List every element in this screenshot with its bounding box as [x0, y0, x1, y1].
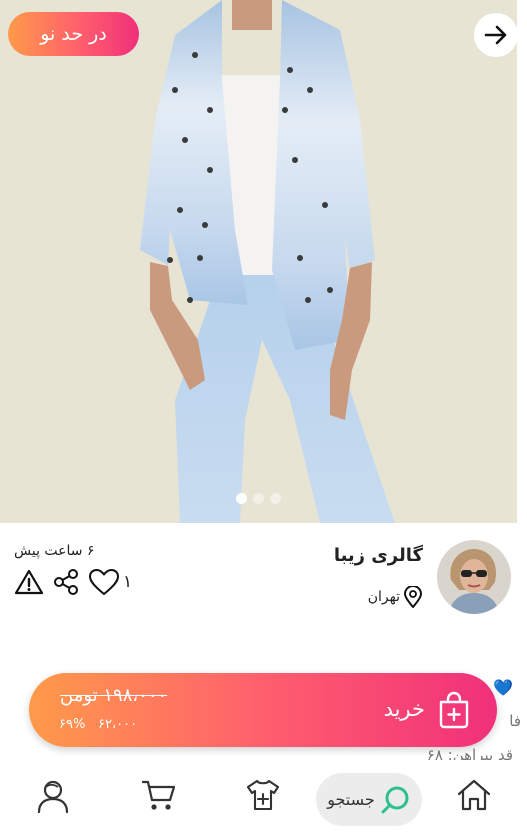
seller-avatar[interactable] [437, 540, 511, 614]
location-label: تهران [367, 589, 400, 605]
old-price: ۱۹۸،۰۰۰ تومن [60, 685, 168, 706]
share-button[interactable] [52, 568, 80, 596]
avatar-photo [437, 540, 511, 614]
arrow-right-icon [484, 25, 507, 45]
nav-cart[interactable] [141, 778, 177, 812]
share-icon [54, 569, 78, 595]
next-image-button[interactable] [474, 13, 517, 57]
report-button[interactable] [14, 568, 44, 596]
like-button[interactable]: ۱ [88, 568, 132, 596]
blue-heart-icon: 💙 [493, 678, 513, 697]
post-time: ۶ ساعت پیش [14, 543, 95, 559]
pager-dot[interactable] [270, 493, 281, 504]
new-price: ۶۲،۰۰۰ [98, 717, 138, 732]
nav-search[interactable]: جستجو [316, 773, 422, 826]
nav-profile[interactable] [36, 778, 70, 814]
profile-icon [37, 780, 69, 814]
search-label: جستجو [327, 790, 375, 809]
location-pin-icon [404, 586, 422, 608]
add-product-icon [246, 779, 280, 811]
warning-icon [14, 569, 44, 595]
cart-icon [141, 780, 176, 810]
shopping-bag-plus-icon [439, 691, 469, 729]
image-pager[interactable] [236, 493, 281, 504]
product-photo [0, 0, 517, 523]
discount-percent: ۶۹% [59, 717, 86, 732]
heart-icon [89, 569, 119, 595]
buy-button-label[interactable]: خرید [384, 697, 425, 721]
seller-name[interactable]: گالری زیبا [334, 545, 423, 566]
condition-badge: در حد نو [8, 12, 139, 56]
details-text-line: فا [509, 712, 521, 730]
home-icon [457, 779, 491, 811]
search-icon [381, 786, 409, 813]
buy-bar[interactable]: ۱۹۸،۰۰۰ تومن ۶۲،۰۰۰ ۶۹% خرید [29, 673, 497, 747]
product-image[interactable]: در حد نو [0, 0, 517, 523]
post-actions: ۱ [14, 568, 132, 596]
seller-location: تهران [368, 586, 423, 608]
pager-dot[interactable] [253, 493, 264, 504]
buy-button[interactable] [437, 690, 471, 734]
pager-dot[interactable] [236, 493, 247, 504]
bottom-nav: جستجو [0, 760, 527, 836]
nav-add-product[interactable] [245, 778, 281, 812]
nav-home[interactable] [456, 778, 492, 812]
like-count: ۱ [123, 572, 133, 592]
